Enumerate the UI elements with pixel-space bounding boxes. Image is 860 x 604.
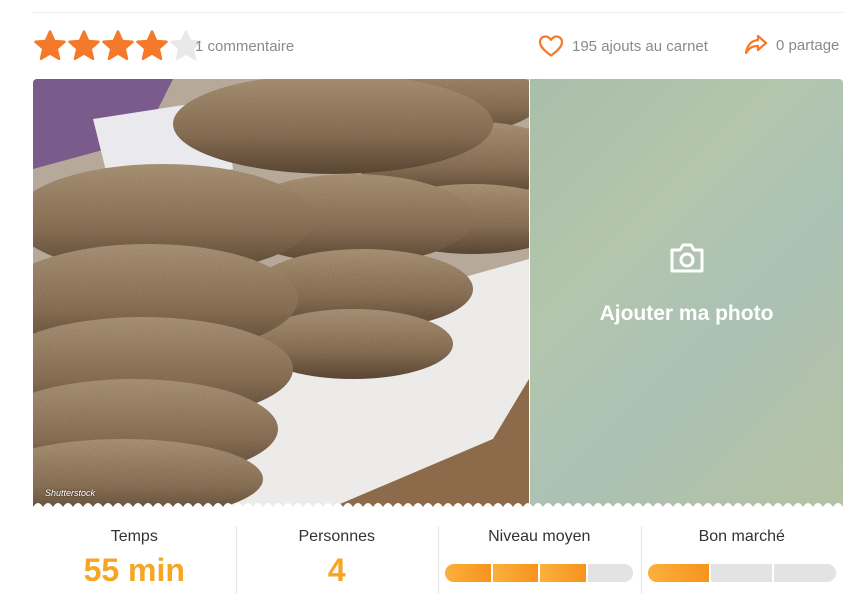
recipe-gallery: Shutterstock Ajouter ma photo	[33, 79, 843, 507]
cost-segment	[709, 564, 773, 582]
rating-row: 1 commentaire 195 ajouts au carnet 0 par…	[33, 30, 843, 64]
info-time: Temps 55 min	[33, 522, 236, 596]
info-cost: Bon marché	[640, 522, 844, 596]
difficulty-segment	[445, 564, 491, 582]
star-rating[interactable]	[33, 30, 203, 62]
heart-icon	[538, 35, 564, 57]
photo-credit: Shutterstock	[45, 488, 96, 498]
difficulty-segment	[585, 564, 634, 582]
people-label: Personnes	[298, 528, 376, 545]
info-difficulty: Niveau moyen	[438, 522, 641, 596]
share-icon	[744, 34, 768, 55]
star-filled-icon[interactable]	[67, 30, 101, 62]
cost-label: Bon marché	[698, 528, 785, 545]
camera-icon	[670, 243, 703, 273]
comment-count-link[interactable]: 1 commentaire	[195, 38, 294, 55]
gallery-edge-decoration	[33, 503, 843, 507]
add-photo-button[interactable]: Ajouter ma photo	[530, 79, 843, 507]
cost-gauge	[647, 564, 836, 582]
info-people: Personnes 4	[235, 522, 439, 596]
star-filled-icon[interactable]	[33, 30, 67, 62]
add-to-notebook-button[interactable]: 195 ajouts au carnet	[538, 34, 708, 58]
share-button[interactable]: 0 partage	[744, 34, 839, 56]
difficulty-gauge	[445, 564, 634, 582]
time-label: Temps	[110, 528, 158, 545]
cost-segment	[647, 564, 710, 582]
star-filled-icon[interactable]	[135, 30, 169, 62]
recipe-photo[interactable]	[33, 79, 529, 507]
recipe-info: Temps 55 min Personnes 4 Niveau moyen Bo…	[33, 522, 843, 596]
star-filled-icon[interactable]	[101, 30, 135, 62]
add-photo-label: Ajouter ma photo	[599, 302, 774, 325]
share-count: 0 partage	[776, 36, 840, 54]
difficulty-segment	[538, 564, 586, 582]
notebook-count: 195 ajouts au carnet	[572, 37, 708, 55]
top-divider	[33, 12, 843, 13]
cost-segment	[772, 564, 836, 582]
difficulty-label: Niveau moyen	[488, 528, 591, 545]
difficulty-segment	[490, 564, 539, 582]
time-value: 55 min	[83, 552, 185, 588]
people-value: 4	[327, 552, 346, 588]
